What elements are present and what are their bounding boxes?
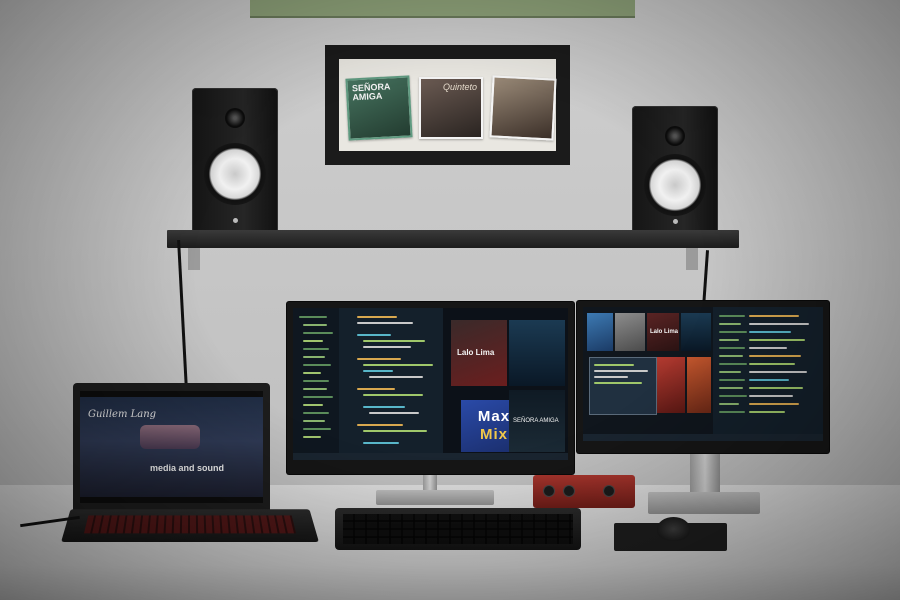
- left-speaker-tweeter: [225, 108, 245, 128]
- code-editor-sidebar: [293, 308, 339, 460]
- left-speaker: [192, 88, 278, 233]
- shelf-bracket-right: [686, 248, 698, 270]
- interface-knob-3: [603, 485, 615, 497]
- mouse: [657, 517, 690, 541]
- laptop-car-image: [140, 425, 200, 449]
- artist-tile-1: Lalo Lima: [451, 320, 507, 386]
- desk-setup-photo: SEÑORA AMIGA Quinteto Lalo Lima Max Mix …: [0, 0, 900, 600]
- laptop-site-heading: media and sound: [150, 463, 225, 473]
- keyboard: [335, 508, 581, 550]
- left-speaker-woofer: [204, 143, 266, 205]
- right-monitor-base: [648, 492, 760, 514]
- laptop-site-title: Guillem Lang: [88, 409, 157, 420]
- laptop-screen: Guillem Lang media and sound: [80, 391, 263, 503]
- frame-mat: SEÑORA AMIGA Quinteto: [339, 59, 557, 151]
- right-tile-orange: [687, 357, 711, 413]
- album-cover-2: Quinteto: [419, 77, 483, 139]
- right-tile-title: Lalo Lima: [650, 329, 679, 335]
- album-cover-3: [489, 75, 557, 141]
- laptop-keyboard: [83, 515, 297, 534]
- center-monitor-screen: Lalo Lima Max Mix SEÑORA AMIGA: [293, 308, 568, 460]
- artist-tile-2: [509, 320, 565, 386]
- album-cover-2-text: Quinteto: [442, 82, 477, 92]
- right-speaker: [632, 106, 718, 234]
- audio-interface: [533, 475, 635, 508]
- keyboard-keys: [343, 514, 573, 544]
- right-code-pane: [713, 307, 823, 441]
- laptop-browser-bar: [80, 391, 263, 397]
- right-speaker-tweeter: [665, 126, 685, 146]
- right-tile-city: [587, 313, 613, 351]
- shelf-bracket-left: [188, 248, 200, 270]
- wall-panel: [250, 0, 635, 18]
- brand-tile: SEÑORA AMIGA: [509, 390, 565, 452]
- center-monitor: Lalo Lima Max Mix SEÑORA AMIGA: [287, 302, 574, 474]
- right-tile-red: [657, 357, 685, 413]
- album-cover-1-text: SEÑORA AMIGA: [351, 81, 391, 103]
- laptop-lid: Guillem Lang media and sound: [73, 383, 270, 511]
- right-tile-artist: Lalo Lima: [647, 313, 679, 351]
- right-monitor-screen: Lalo Lima: [583, 307, 823, 441]
- artist-tile-1-title: Lalo Lima: [457, 348, 495, 357]
- right-tile-building: [615, 313, 645, 351]
- interface-knob-2: [563, 485, 575, 497]
- interface-knob-1: [543, 485, 555, 497]
- right-speaker-woofer: [644, 154, 706, 216]
- center-taskbar: [293, 453, 568, 460]
- right-browser-pane: Lalo Lima: [583, 307, 713, 441]
- wall-shelf: [167, 230, 739, 248]
- laptop-taskbar: [80, 497, 263, 503]
- right-monitor-neck: [690, 448, 720, 498]
- music-site-preview: Lalo Lima Max Mix SEÑORA AMIGA: [443, 308, 568, 460]
- speaker-cable-left: [177, 240, 188, 390]
- picture-frame: SEÑORA AMIGA Quinteto: [325, 45, 570, 165]
- left-speaker-led: [233, 218, 238, 223]
- right-taskbar: [583, 434, 823, 441]
- right-tile-blue: [681, 313, 711, 351]
- terminal-window: [589, 357, 657, 415]
- brand-tile-text: SEÑORA AMIGA: [513, 418, 559, 424]
- laptop-base: [61, 509, 319, 543]
- right-speaker-led: [673, 219, 678, 224]
- code-editor-pane: [339, 308, 443, 460]
- right-monitor: Lalo Lima: [577, 301, 829, 453]
- center-monitor-base: [376, 490, 494, 505]
- album-cover-1: SEÑORA AMIGA: [345, 75, 413, 141]
